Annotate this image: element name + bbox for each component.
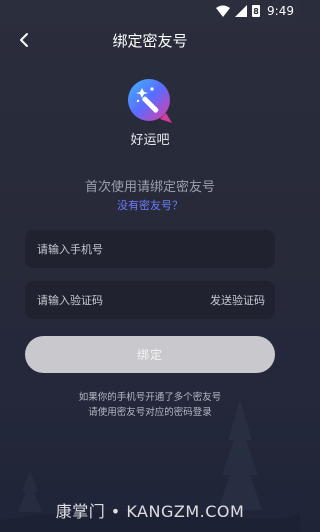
bind-button[interactable]: 绑定 xyxy=(25,336,275,373)
nav-bar: 绑定密友号 xyxy=(0,22,300,58)
battery-badge: 8 xyxy=(253,7,259,16)
status-time: 9:49 xyxy=(267,4,294,18)
battery-icon: 8 xyxy=(252,5,261,17)
code-input[interactable] xyxy=(25,281,195,319)
app-logo-magic-wand-icon xyxy=(128,79,172,123)
bind-prompt: 首次使用请绑定密友号 xyxy=(84,180,215,195)
signal-icon xyxy=(235,5,248,17)
phone-field[interactable] xyxy=(25,230,275,268)
send-code-button[interactable]: 发送验证码 xyxy=(210,292,265,308)
no-account-link[interactable]: 没有密友号？ xyxy=(0,197,300,213)
page-title: 绑定密友号 xyxy=(112,32,188,50)
app-name: 好运吧 xyxy=(130,133,170,148)
phone-input[interactable] xyxy=(25,230,275,268)
status-bar: 8 9:49 xyxy=(0,0,300,22)
code-field[interactable]: 发送验证码 xyxy=(25,281,275,319)
watermark: 康掌门 • KANGZM.COM xyxy=(55,502,245,521)
status-icons: 8 9:49 xyxy=(216,3,294,19)
wifi-icon xyxy=(216,5,231,17)
